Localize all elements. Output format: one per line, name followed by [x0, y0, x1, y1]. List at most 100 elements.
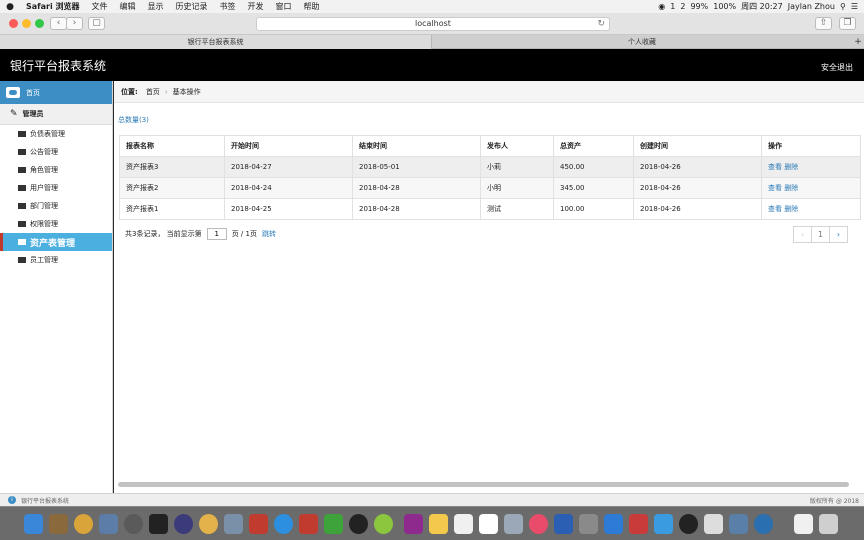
music-icon[interactable] — [529, 514, 548, 534]
menu-history[interactable]: 历史记录 — [170, 1, 214, 12]
prev-page-button[interactable]: ‹ — [793, 226, 812, 243]
share-button[interactable]: ⇧ — [815, 17, 832, 30]
jump-link[interactable]: 跳转 — [262, 229, 276, 239]
list-icon — [18, 257, 26, 263]
teamviewer-icon[interactable] — [654, 514, 673, 534]
table-row[interactable]: 资产报表2 2018-04-24 2018-04-28 小明 345.00 20… — [119, 177, 861, 199]
delete-link[interactable]: 删除 — [784, 205, 798, 213]
menu-view[interactable]: 显示 — [142, 1, 170, 12]
wechat-icon[interactable]: ◉ — [658, 2, 665, 11]
finder-icon[interactable] — [24, 514, 43, 534]
list-icon — [18, 149, 26, 155]
new-tab-button[interactable]: + — [852, 35, 864, 49]
horizontal-scrollbar[interactable] — [118, 482, 849, 487]
eclipse-icon[interactable] — [174, 514, 193, 534]
tabs-overview-button[interactable]: ❐ — [839, 17, 856, 30]
page-1-button[interactable]: 1 — [811, 226, 830, 243]
sidebar-item-employee[interactable]: 员工管理 — [0, 251, 112, 269]
sidebar-home[interactable]: 首页 — [0, 81, 112, 104]
menu-develop[interactable]: 开发 — [242, 1, 270, 12]
sidebar-item-label: 角色管理 — [30, 166, 58, 174]
back-button[interactable]: ‹ — [50, 17, 67, 30]
mac-app-icon[interactable] — [199, 514, 218, 534]
logout-link[interactable]: 安全退出 — [821, 62, 853, 73]
trash-icon[interactable] — [819, 514, 838, 534]
launchpad-icon[interactable] — [124, 514, 143, 534]
reminders-icon[interactable] — [454, 514, 473, 534]
col-start: 开始时间 — [224, 135, 353, 157]
qq-dock-icon[interactable] — [679, 514, 698, 534]
col-end: 结束时间 — [352, 135, 481, 157]
sidebar-item-liability[interactable]: 负债表管理 — [0, 125, 112, 143]
mail-app-icon[interactable] — [299, 514, 318, 534]
baidu-netdisk-icon[interactable] — [604, 514, 623, 534]
menu-safari[interactable]: Safari 浏览器 — [20, 1, 86, 12]
pagination-suffix: 页 / 1页 — [231, 230, 257, 238]
redis-icon[interactable] — [249, 514, 268, 534]
qq-icon[interactable] — [349, 514, 368, 534]
notes-app-icon[interactable] — [49, 514, 68, 534]
cell-actions: 查看 删除 — [761, 177, 861, 199]
chrome-like-icon[interactable] — [374, 514, 393, 534]
database-icon[interactable] — [224, 514, 243, 534]
cell-created: 2018-04-26 — [633, 177, 762, 199]
browser-dock-icon[interactable] — [754, 514, 773, 534]
search-icon[interactable]: ⚲ — [840, 2, 846, 11]
cell-publisher: 测试 — [480, 198, 554, 220]
view-link[interactable]: 查看 — [768, 184, 782, 192]
minimize-window-icon[interactable] — [22, 19, 31, 28]
tab-favorites[interactable]: 个人收藏 — [433, 35, 851, 49]
stickies-icon[interactable] — [429, 514, 448, 534]
photos-icon[interactable] — [74, 514, 93, 534]
close-window-icon[interactable] — [9, 19, 18, 28]
calendar-icon[interactable] — [479, 514, 498, 534]
sidebar-item-user[interactable]: 用户管理 — [0, 179, 112, 197]
col-publisher: 发布人 — [480, 135, 554, 157]
word-icon[interactable] — [554, 514, 573, 534]
document-icon[interactable] — [794, 514, 813, 534]
menu-bookmarks[interactable]: 书签 — [214, 1, 242, 12]
menu-help[interactable]: 帮助 — [298, 1, 326, 12]
address-bar[interactable]: localhost ↻ — [256, 17, 610, 31]
preview-icon[interactable] — [99, 514, 118, 534]
sidebar-item-permission[interactable]: 权限管理 — [0, 215, 112, 233]
sidebar-item-notice[interactable]: 公告管理 — [0, 143, 112, 161]
tab-active[interactable]: 银行平台报表系统 — [0, 35, 432, 49]
sidebar-item-department[interactable]: 部门管理 — [0, 197, 112, 215]
user-name[interactable]: Jaylan Zhou — [788, 2, 835, 11]
apple-icon[interactable]: ● — [0, 2, 20, 12]
axure-icon[interactable] — [404, 514, 423, 534]
list-icon — [18, 239, 26, 245]
clock[interactable]: 周四 20:27 — [741, 1, 783, 12]
wps-icon[interactable] — [629, 514, 648, 534]
reload-icon[interactable]: ↻ — [597, 18, 605, 30]
image-capture-icon[interactable] — [729, 514, 748, 534]
safari-icon[interactable] — [274, 514, 293, 534]
view-link[interactable]: 查看 — [768, 205, 782, 213]
delete-link[interactable]: 删除 — [784, 184, 798, 192]
menu-list-icon[interactable]: ☰ — [851, 2, 858, 11]
view-link[interactable]: 查看 — [768, 163, 782, 171]
cell-actions: 查看 删除 — [761, 156, 861, 178]
delete-link[interactable]: 删除 — [784, 163, 798, 171]
wechat-dock-icon[interactable] — [324, 514, 343, 534]
sidebar-group-admin[interactable]: ✎ 管理员 — [0, 104, 112, 125]
table-row[interactable]: 资产报表1 2018-04-25 2018-04-28 测试 100.00 20… — [119, 198, 861, 220]
textedit-icon[interactable] — [704, 514, 723, 534]
menu-file[interactable]: 文件 — [86, 1, 114, 12]
forward-button[interactable]: › — [66, 17, 83, 30]
breadcrumb-home[interactable]: 首页 — [146, 87, 160, 97]
sidebar-item-role[interactable]: 角色管理 — [0, 161, 112, 179]
next-page-button[interactable]: › — [829, 226, 848, 243]
system-preferences-icon[interactable] — [579, 514, 598, 534]
menu-edit[interactable]: 编辑 — [114, 1, 142, 12]
maps-icon[interactable] — [504, 514, 523, 534]
table-row[interactable]: 资产报表3 2018-04-27 2018-05-01 小莉 450.00 20… — [119, 156, 861, 178]
menu-window[interactable]: 窗口 — [270, 1, 298, 12]
breadcrumb-current: 基本操作 — [172, 87, 201, 96]
zoom-window-icon[interactable] — [35, 19, 44, 28]
page-number-input[interactable] — [206, 228, 227, 240]
intellij-icon[interactable] — [149, 514, 168, 534]
sidebar-toggle-button[interactable]: ▢ — [88, 17, 105, 30]
sidebar-item-assets[interactable]: 资产表管理 — [0, 233, 112, 251]
